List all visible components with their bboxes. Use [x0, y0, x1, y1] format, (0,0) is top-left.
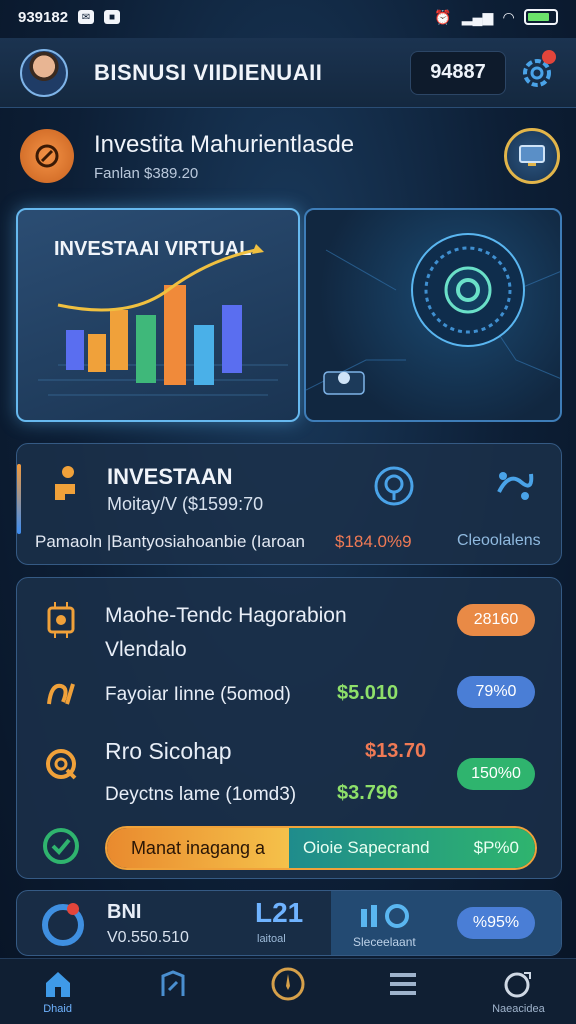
list-row-title: Deyctns lame (1omd3)	[105, 784, 297, 805]
link-icon	[41, 674, 81, 719]
promo-row[interactable]: Investita Mahurientlasde Fanlan $389.20	[20, 125, 560, 187]
promo-bar-right[interactable]: Oioie Sapecrand $P%0	[289, 828, 535, 868]
bar-chart-illustration	[38, 244, 288, 396]
list-row-title: Fayoiar Iinne (5omod)	[105, 684, 291, 705]
check-icon	[41, 826, 81, 871]
signal-icon: ▂▄▆	[461, 8, 494, 25]
status-badge[interactable]: 28160	[457, 604, 535, 636]
nav-compass[interactable]	[230, 959, 345, 1024]
list-row-title: Rro Sicohap	[105, 738, 232, 764]
bni-number-label: laitoal	[257, 933, 286, 945]
promo-bar-percent: $P%0	[473, 838, 519, 857]
chip-icon	[41, 600, 81, 645]
alarm-icon: ⏰	[434, 8, 452, 25]
status-time: 939182	[18, 8, 69, 26]
app-notification-icon: ■	[104, 10, 121, 24]
bottom-navigation: Dhaid Naeacidea	[0, 958, 576, 1024]
wifi-icon: ◠	[503, 8, 514, 25]
virtual-investment-banner[interactable]: INVESTAAI VIRTUAL	[16, 208, 300, 422]
list-row-title: Maohe-Tendc Hagorabion	[105, 604, 347, 627]
bni-right-label: Sleceelaant	[353, 935, 416, 949]
nav-home[interactable]: Dhaid	[0, 959, 115, 1024]
bni-card[interactable]: BNI V0.550.510 L21 laitoal Sleceelaant %…	[16, 890, 562, 956]
promo-subtitle: Fanlan $389.20	[94, 164, 199, 182]
avatar[interactable]	[20, 48, 68, 97]
home-icon	[45, 971, 70, 997]
nav-share[interactable]	[115, 959, 230, 1024]
menu-icon	[390, 972, 417, 995]
investment-card[interactable]: INVESTAAN Moitay/V ($1599:70 Pamaoln |Ba…	[16, 443, 562, 565]
battery-icon	[524, 9, 558, 25]
promo-title: Investita Mahurientlasde	[94, 130, 355, 158]
chart-icon	[357, 901, 413, 936]
settings-button[interactable]	[518, 49, 556, 92]
person-icon	[45, 460, 91, 511]
bni-subtitle: V0.550.510	[107, 929, 189, 946]
investment-footer: Pamaoln |Bantyosiahoanbie (Iaroan	[35, 532, 305, 551]
radar-icon	[306, 233, 560, 395]
bank-icon	[41, 899, 85, 954]
target-icon[interactable]	[372, 464, 416, 513]
compass-icon	[271, 967, 305, 1000]
bni-title: BNI	[107, 901, 142, 923]
status-badge[interactable]: %95%	[457, 907, 535, 939]
investment-title: INVESTAAN	[107, 464, 233, 489]
investment-subtitle: Moitay/V ($1599:70	[107, 494, 264, 514]
tech-banner[interactable]	[304, 208, 562, 422]
monitor-icon[interactable]	[504, 128, 560, 184]
coin-icon	[20, 129, 74, 183]
nav-profile[interactable]: Naeacidea	[461, 959, 576, 1024]
nav-label: Naeacidea	[492, 1002, 545, 1015]
investment-list: Maohe-Tendc Hagorabion Vlendalo 28160 Fa…	[16, 577, 562, 879]
investment-percent: $184.0%9	[335, 532, 412, 551]
search-icon	[41, 744, 81, 789]
share-icon	[161, 969, 185, 996]
promo-bar-left[interactable]: Manat inagang a	[107, 828, 289, 868]
status-badge[interactable]: 79%0	[457, 676, 535, 708]
network-icon[interactable]	[491, 462, 535, 511]
list-row-value: $5.010	[337, 682, 399, 704]
status-badge[interactable]: 150%0	[457, 758, 535, 790]
list-row-value: $3.796	[337, 782, 399, 804]
bni-number: L21	[255, 897, 304, 928]
nav-label: Dhaid	[43, 1002, 72, 1015]
promo-action-bar[interactable]: Manat inagang a Oioie Sapecrand $P%0	[105, 826, 537, 870]
status-bar: 939182 ✉ ■ ⏰ ▂▄▆ ◠	[0, 0, 576, 34]
notification-icon: ✉	[78, 10, 95, 24]
promo-bar-right-label: Oioie Sapecrand	[303, 838, 430, 857]
app-title: BISNUSI VIIDIENUAII	[94, 59, 323, 85]
app-header: BISNUSI VIIDIENUAII 94887	[0, 38, 576, 108]
investment-cloud-label: Cleoolalens	[457, 532, 541, 549]
list-row-value: $13.70	[365, 740, 427, 762]
notification-badge	[542, 49, 556, 64]
profile-icon	[504, 971, 532, 997]
balance-display[interactable]: 94887	[410, 50, 506, 95]
list-row-subtitle: Vlendalo	[105, 638, 187, 661]
nav-menu[interactable]	[346, 959, 461, 1024]
